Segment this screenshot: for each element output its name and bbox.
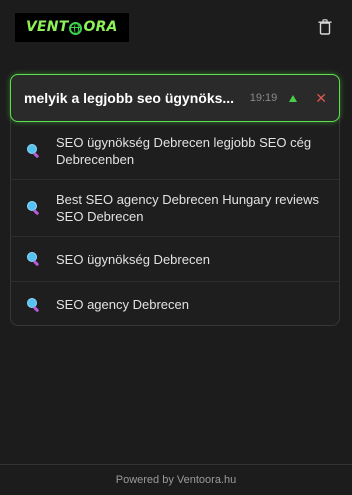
suggestion-item[interactable]: Best SEO agency Debrecen Hungary reviews… <box>11 180 339 237</box>
suggestion-item[interactable]: SEO ügynökség Debrecen <box>11 237 339 282</box>
suggestion-label: SEO agency Debrecen <box>56 297 189 312</box>
suggestion-label: SEO ügynökség Debrecen legjobb SEO cég D… <box>56 135 312 167</box>
logo-text-left: VENT <box>26 19 69 35</box>
query-text: melyik a legjobb seo ügynöks... <box>24 90 235 106</box>
collapse-button[interactable] <box>287 92 299 104</box>
suggestion-item[interactable]: SEO ügynökség Debrecen legjobb SEO cég D… <box>11 123 339 180</box>
magnifier-icon <box>27 201 41 215</box>
active-query-bar[interactable]: melyik a legjobb seo ügynöks... 19:19 ✕ <box>10 74 340 122</box>
clear-history-button[interactable] <box>313 15 337 39</box>
logo-text-right: ORA <box>83 19 118 35</box>
suggestion-item[interactable]: SEO agency Debrecen <box>11 282 339 325</box>
footer-credit: Powered by Ventoora.hu <box>115 474 237 486</box>
close-button[interactable]: ✕ <box>315 91 327 105</box>
suggestion-list: SEO ügynökség Debrecen legjobb SEO cég D… <box>11 123 339 325</box>
trash-icon <box>318 19 332 35</box>
globe-icon <box>69 21 83 35</box>
suggestion-label: SEO ügynökség Debrecen <box>56 251 210 267</box>
app-window: VENT ORA SEO ügynökség Debrecen legjobb S… <box>0 0 352 495</box>
footer: Powered by Ventoora.hu <box>0 464 352 495</box>
magnifier-icon <box>27 252 41 266</box>
magnifier-icon <box>27 144 41 158</box>
suggestion-label: Best SEO agency Debrecen Hungary reviews… <box>56 192 320 224</box>
query-timestamp: 19:19 <box>249 92 278 104</box>
header: VENT ORA <box>0 0 352 54</box>
magnifier-icon <box>27 297 41 312</box>
brand-logo: VENT ORA <box>15 12 129 42</box>
